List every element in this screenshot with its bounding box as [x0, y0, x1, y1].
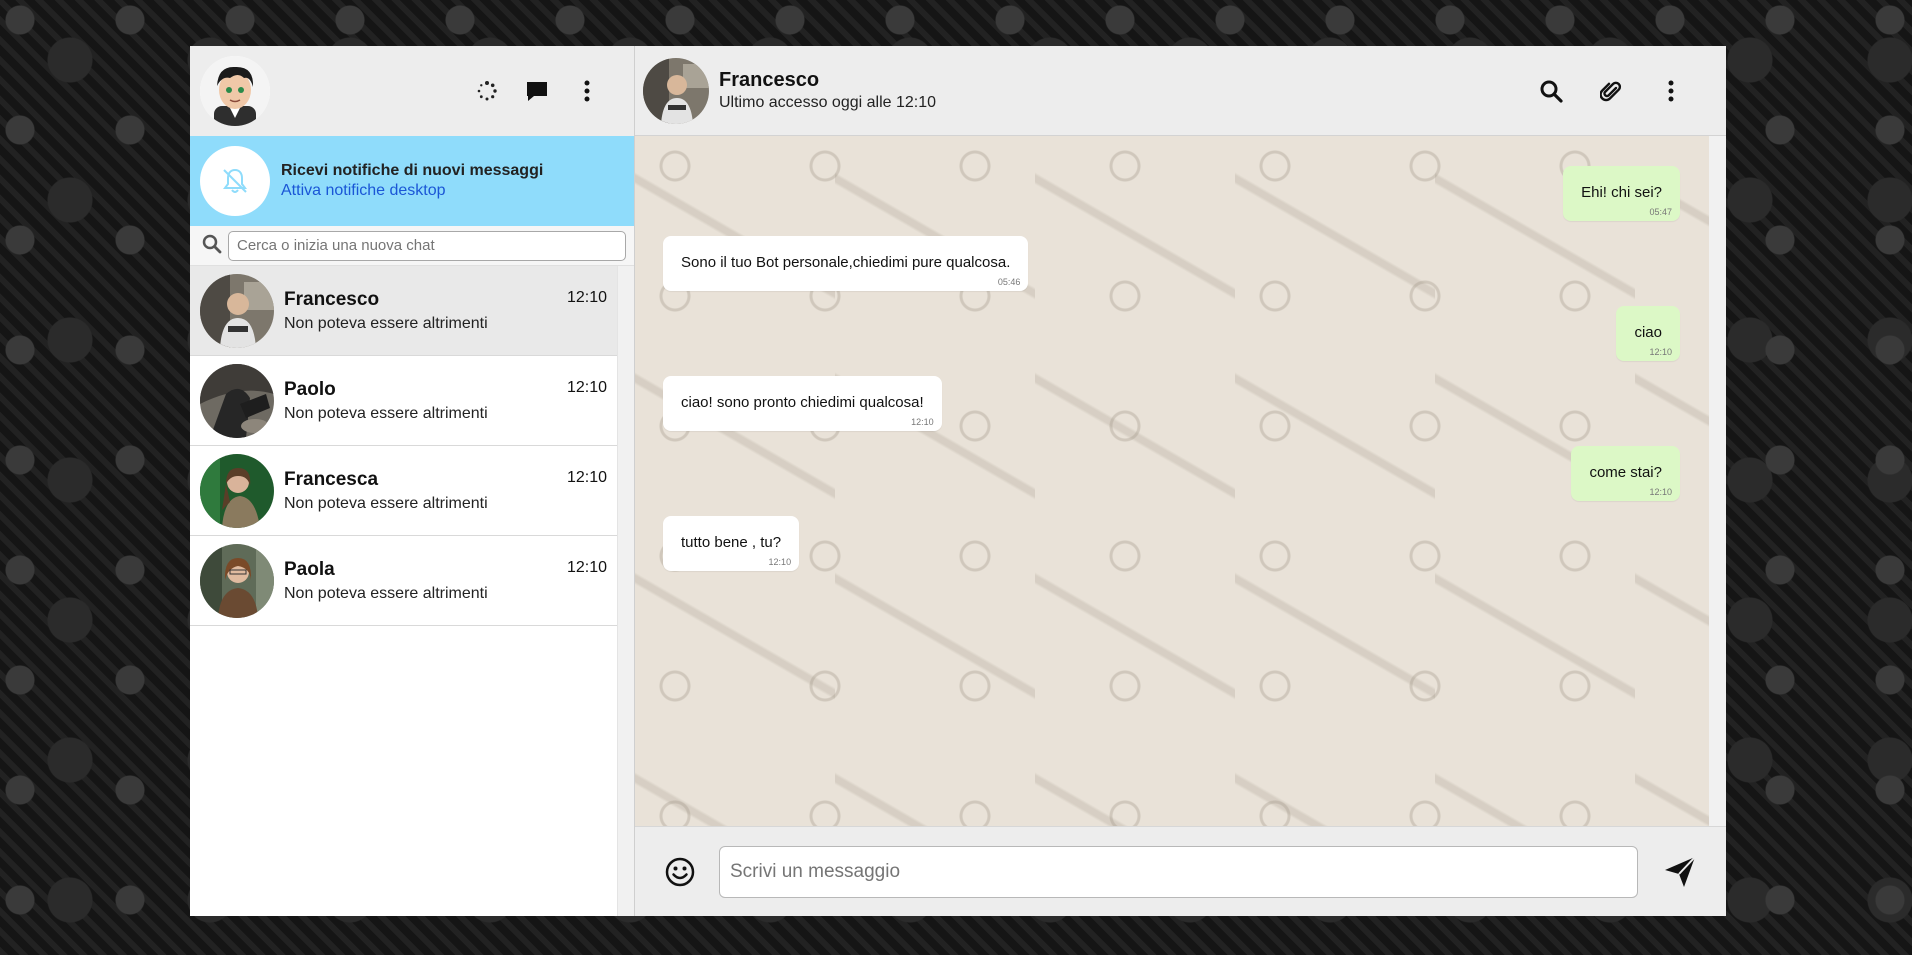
message-incoming: tutto bene , tu? 12:10 — [663, 516, 800, 571]
message-incoming: Sono il tuo Bot personale,chiedimi pure … — [663, 236, 1029, 291]
chat-preview: Non poteva essere altrimenti — [284, 584, 488, 602]
message-time: 05:47 — [1649, 207, 1672, 217]
message-text: Sono il tuo Bot personale,chiedimi pure … — [681, 254, 1011, 271]
sidebar-actions — [474, 78, 624, 104]
message-area-scrollbar[interactable] — [1709, 136, 1726, 826]
chat-time: 12:10 — [566, 468, 607, 486]
my-avatar[interactable] — [200, 56, 270, 126]
message-outgoing: Ehi! chi sei? 05:47 — [1563, 166, 1680, 221]
more-vertical-icon[interactable] — [1658, 78, 1684, 104]
paperclip-icon[interactable] — [1598, 78, 1624, 104]
composer-bar — [635, 826, 1726, 916]
chat-list: Francesco Non poteva essere altrimenti 1… — [190, 266, 634, 916]
message-time: 12:10 — [768, 557, 792, 567]
search-bar — [190, 226, 634, 266]
chat-body: Francesca Non poteva essere altrimenti 1… — [284, 469, 607, 513]
chat-time: 12:10 — [566, 378, 607, 396]
sidebar-header — [190, 46, 634, 136]
message-time: 12:10 — [1649, 487, 1672, 497]
whatsapp-app: Ricevi notifiche di nuovi messaggi Attiv… — [190, 46, 1726, 916]
conversation-actions — [1538, 78, 1718, 104]
message-text: ciao! sono pronto chiedimi qualcosa! — [681, 394, 924, 411]
message-input[interactable] — [719, 845, 1638, 898]
chat-name: Paolo — [284, 378, 336, 400]
message-incoming: ciao! sono pronto chiedimi qualcosa! 12:… — [663, 376, 942, 431]
chat-item-paolo[interactable]: Paolo Non poteva essere altrimenti 12:10 — [190, 356, 634, 446]
send-icon[interactable] — [1662, 854, 1698, 890]
chat-item-francesca[interactable]: Francesca Non poteva essere altrimenti 1… — [190, 446, 634, 536]
bell-off-icon — [200, 146, 270, 216]
message-time: 12:10 — [911, 417, 934, 427]
enable-notifications-link[interactable]: Attiva notifiche desktop — [281, 182, 543, 200]
chat-time: 12:10 — [566, 558, 607, 576]
smiley-icon[interactable] — [663, 855, 697, 889]
avatar — [200, 363, 274, 438]
message-text: ciao — [1634, 324, 1662, 341]
avatar — [200, 273, 274, 348]
chat-preview: Non poteva essere altrimenti — [284, 404, 488, 422]
message-time: 05:46 — [997, 277, 1021, 287]
message-area: Ehi! chi sei? 05:47 Sono il tuo Bot pers… — [635, 136, 1726, 826]
loading-circle-icon[interactable] — [474, 78, 500, 104]
message-outgoing: ciao 12:10 — [1616, 306, 1680, 361]
notification-text: Ricevi notifiche di nuovi messaggi Attiv… — [281, 162, 543, 200]
chat-preview: Non poteva essere altrimenti — [284, 494, 488, 512]
contact-status: Ultimo accesso oggi alle 12:10 — [719, 94, 937, 111]
more-vertical-icon[interactable] — [574, 78, 600, 104]
chat-preview: Non poteva essere altrimenti — [284, 314, 488, 332]
message-text: Ehi! chi sei? — [1581, 184, 1662, 201]
message-icon[interactable] — [524, 78, 550, 104]
message-outgoing: come stai? 12:10 — [1571, 446, 1680, 501]
search-input[interactable] — [228, 230, 626, 261]
sidebar: Ricevi notifiche di nuovi messaggi Attiv… — [190, 46, 635, 916]
message-text: tutto bene , tu? — [681, 534, 782, 551]
chat-item-paola[interactable]: Paola Non poteva essere altrimenti 12:10 — [190, 536, 634, 626]
chat-body: Paolo Non poteva essere altrimenti 12:10 — [284, 379, 607, 423]
chat-body: Paola Non poteva essere altrimenti 12:10 — [284, 559, 607, 603]
avatar — [200, 543, 274, 618]
chat-item-francesco[interactable]: Francesco Non poteva essere altrimenti 1… — [190, 266, 634, 356]
conversation-pane: Francesco Ultimo accesso oggi alle 12:10 — [635, 46, 1726, 916]
contact-avatar[interactable] — [643, 57, 709, 124]
message-text: come stai? — [1589, 464, 1662, 481]
chat-body: Francesco Non poteva essere altrimenti 1… — [284, 289, 607, 333]
contact-info: Francesco Ultimo accesso oggi alle 12:10 — [719, 69, 936, 112]
avatar — [200, 453, 274, 528]
chat-name: Francesca — [284, 468, 379, 490]
search-icon[interactable] — [1538, 78, 1564, 104]
contact-name: Francesco — [719, 69, 820, 91]
message-time: 12:10 — [1649, 347, 1672, 357]
chat-name: Francesco — [284, 288, 380, 310]
chat-time: 12:10 — [566, 288, 607, 306]
conversation-header: Francesco Ultimo accesso oggi alle 12:10 — [635, 46, 1726, 136]
notification-title: Ricevi notifiche di nuovi messaggi — [281, 162, 544, 179]
search-icon — [202, 234, 222, 258]
chat-name: Paola — [284, 558, 335, 580]
notification-banner: Ricevi notifiche di nuovi messaggi Attiv… — [190, 136, 634, 226]
chat-list-scrollbar[interactable] — [617, 266, 634, 916]
